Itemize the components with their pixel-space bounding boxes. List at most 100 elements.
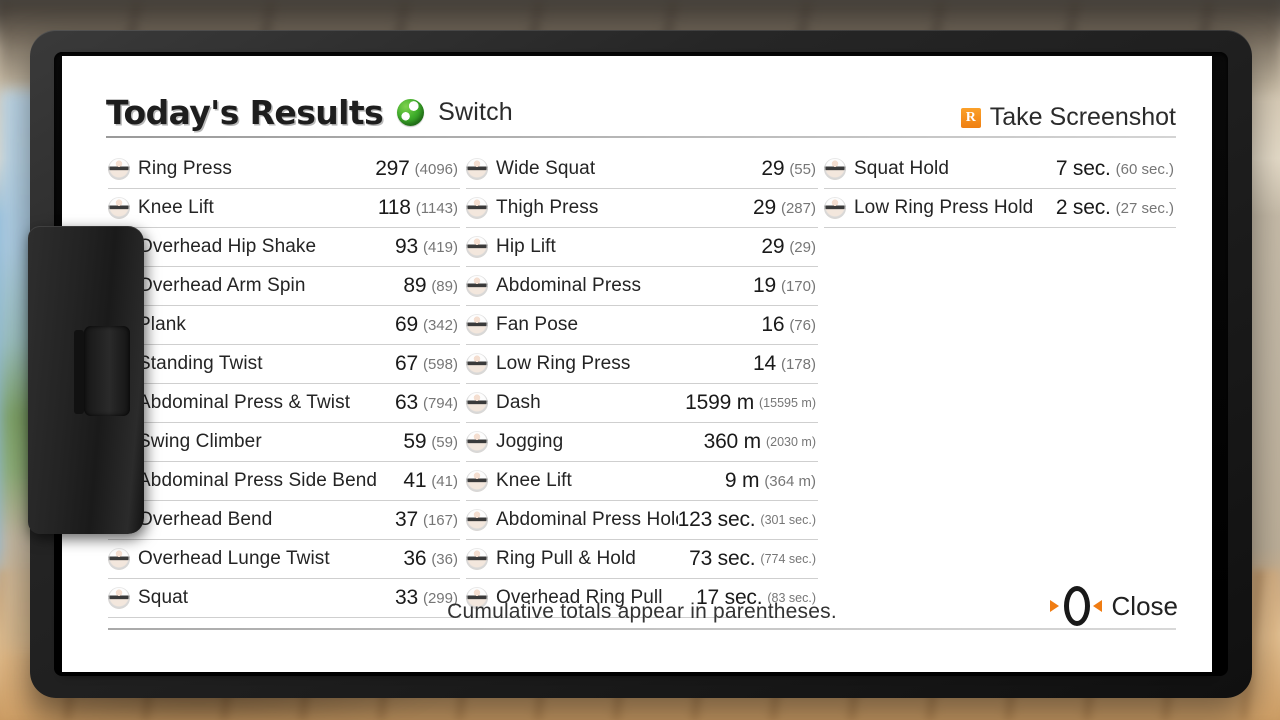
result-row-name: Standing Twist [138, 353, 263, 374]
result-row-total: (170) [780, 277, 816, 295]
result-row-value: 36 [403, 547, 427, 570]
result-row-value: 360 m [703, 430, 762, 453]
result-row-total: (60 sec.) [1115, 160, 1174, 178]
result-row-total: (15595 m) [759, 396, 816, 410]
result-row-total: (76) [789, 316, 816, 334]
result-row: Overhead Lunge Twist 36 (36) [108, 540, 460, 579]
result-row: Dash 1599 m (15595 m) [466, 384, 818, 423]
result-row-total: (89) [431, 277, 458, 295]
result-row-total: (36) [431, 550, 458, 568]
result-row-name: Knee Lift [496, 470, 572, 491]
result-row-value: 69 [395, 313, 418, 336]
result-row-value: 29 [761, 235, 785, 258]
result-row-name: Knee Lift [138, 197, 214, 218]
result-row-value: 9 m [724, 469, 760, 492]
green-ball-icon [397, 99, 425, 126]
result-row-value: 29 [753, 196, 776, 219]
result-row-name: Thigh Press [496, 197, 599, 218]
exercise-thumb-knee-lift-icon [108, 197, 130, 219]
result-row-total: (29) [789, 238, 816, 256]
result-row-value: 63 [395, 391, 418, 414]
result-row-total: (55) [789, 160, 816, 178]
results-header: Today's Results Switch R Take Screenshot [62, 56, 1212, 132]
result-row-total: (27 sec.) [1115, 199, 1174, 217]
result-row-name: Wide Squat [496, 158, 596, 179]
result-row-value: 19 [753, 274, 776, 297]
result-row: Jogging 360 m (2030 m) [466, 423, 818, 462]
result-row-name: Fan Pose [496, 314, 579, 335]
exercise-thumb-jogging-icon [466, 431, 488, 453]
result-row: Overhead Arm Spin 89 (89) [108, 267, 460, 306]
result-row-name: Abdominal Press & Twist [138, 392, 351, 413]
exercise-thumb-low-ring-press-hold-icon [824, 197, 846, 219]
result-row: Overhead Hip Shake 93 (419) [108, 228, 460, 267]
result-row-value: 297 [375, 157, 410, 180]
result-row-name: Ring Press [138, 158, 232, 179]
exercise-thumb-knee-lift-distance-icon [466, 470, 488, 492]
result-row: Plank 69 (342) [108, 306, 460, 345]
result-row-total: (4096) [414, 160, 458, 178]
result-row: Squat Hold 7 sec. (60 sec.) [824, 150, 1176, 189]
page-title: Today's Results [106, 93, 384, 132]
result-row: Low Ring Press 14 (178) [466, 345, 818, 384]
result-row-total: (342) [422, 316, 458, 334]
exercise-thumb-thigh-press-icon [466, 197, 488, 219]
result-row-name: Squat Hold [854, 158, 950, 179]
ring-arrow-right-icon [1092, 600, 1102, 612]
footer-note: Cumulative totals appear in parentheses. [447, 600, 837, 623]
result-row: Ring Press 297 (4096) [108, 150, 460, 189]
result-row-total: (41) [431, 472, 458, 490]
footer-divider [108, 628, 1176, 630]
result-row-total: (598) [422, 355, 458, 373]
result-row-name: Dash [496, 392, 541, 413]
ring-arrow-left-icon [1049, 600, 1059, 612]
ring-oval-shape [1063, 586, 1090, 626]
result-row-total: (178) [780, 355, 816, 373]
r-button-badge-icon: R [960, 107, 981, 128]
result-row-total: (59) [431, 433, 458, 451]
exercise-thumb-overhead-lunge-twist-icon [108, 548, 130, 570]
joycon-notch [74, 330, 84, 414]
result-row-name: Ring Pull & Hold [496, 548, 636, 569]
result-row: Swing Climber 59 (59) [108, 423, 460, 462]
console-screen: Today's Results Switch R Take Screenshot… [62, 56, 1212, 672]
result-row-name: Overhead Lunge Twist [138, 548, 330, 569]
exercise-thumb-ring-press-icon [108, 158, 130, 180]
result-row-value: 7 sec. [1055, 157, 1111, 180]
results-column-1: Ring Press 297 (4096) Knee Lift 118 (1143) Ove… [108, 150, 460, 618]
result-row-value: 29 [761, 157, 785, 180]
result-row-name: Jogging [496, 431, 564, 452]
result-row-total: (774 sec.) [760, 552, 816, 566]
result-row-name: Plank [138, 314, 187, 335]
ring-con-icon [1048, 586, 1104, 626]
result-row-value: 123 sec. [677, 508, 756, 531]
result-row-value: 1599 m [685, 391, 755, 414]
result-row: Standing Twist 67 (598) [108, 345, 460, 384]
result-row-value: 73 sec. [689, 547, 756, 570]
exercise-thumb-ring-pull-hold-icon [466, 548, 488, 570]
result-row-total: (2030 m) [765, 435, 816, 449]
result-row: Thigh Press 29 (287) [466, 189, 818, 228]
result-row-value: 37 [395, 508, 418, 531]
result-row-value: 59 [403, 430, 427, 453]
result-row-total: (419) [422, 238, 458, 256]
result-row-total: (1143) [415, 199, 458, 217]
result-row-name: Swing Climber [138, 431, 262, 452]
exercise-thumb-dash-icon [466, 392, 488, 414]
result-row-total: (794) [422, 394, 458, 412]
exercise-thumb-abdominal-press-icon [466, 275, 488, 297]
result-row: Ring Pull & Hold 73 sec. (774 sec.) [466, 540, 818, 579]
take-screenshot-label: Take Screenshot [989, 103, 1176, 131]
console-tablet-frame: Today's Results Switch R Take Screenshot… [28, 30, 1252, 698]
result-row: Abdominal Press 19 (170) [466, 267, 818, 306]
result-row-name: Hip Lift [496, 236, 556, 257]
result-row-total: (364 m) [764, 472, 816, 490]
result-row: Abdominal Press Side Bend 41 (41) [108, 462, 460, 501]
title-group: Today's Results Switch [106, 93, 513, 132]
result-row-name: Overhead Hip Shake [138, 236, 317, 257]
result-row-name: Overhead Bend [138, 509, 273, 530]
take-screenshot-button[interactable]: R Take Screenshot [960, 103, 1176, 132]
close-button[interactable]: Close [1048, 586, 1178, 626]
left-joycon[interactable] [28, 226, 144, 534]
result-row-total: (301 sec.) [760, 513, 816, 527]
